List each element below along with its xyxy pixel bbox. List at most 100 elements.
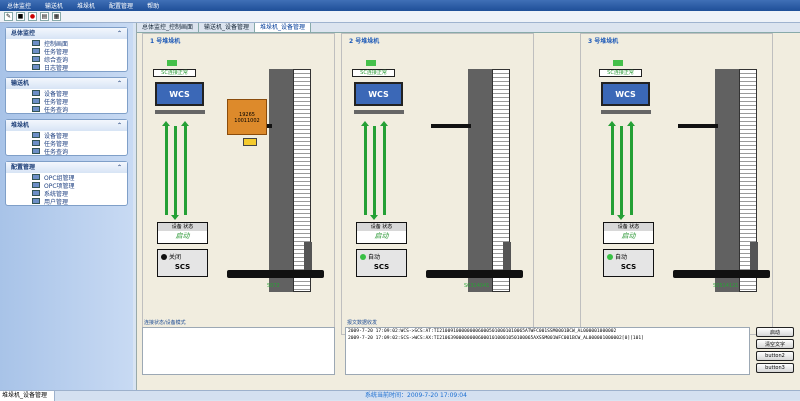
menu-item-2[interactable]: 输送机: [38, 1, 70, 10]
opc-group-icon: [32, 174, 40, 180]
status-bar: 堆垛机_设备管理 系统当前时间：2009-7-20 17:09:04: [0, 390, 800, 401]
query-icon: [32, 106, 40, 112]
status-panel: 设备 状态 启动: [157, 222, 208, 244]
stacker-title: 2 号堆垛机: [349, 38, 380, 45]
button-2[interactable]: button2: [756, 351, 794, 361]
indicator: [366, 60, 376, 66]
device-icon: [32, 132, 40, 138]
toolbar: ✎ ■ ● ▤ ▦: [0, 11, 800, 23]
indicator: [167, 60, 177, 66]
arrow-up-icon: [162, 121, 170, 215]
indicator: [613, 60, 623, 66]
arrow-down-icon: [171, 126, 179, 220]
carriage-arm: [431, 124, 471, 128]
cargo-box: 19265 10011002: [227, 99, 267, 135]
close-icon[interactable]: ●: [28, 12, 37, 21]
log-line: 2009-7-20 17:09:02:WCS->SCS:AT:TI2100910…: [348, 329, 617, 334]
station-code: S0314041: [464, 283, 490, 289]
pencil-icon[interactable]: ✎: [4, 12, 13, 21]
message-log: 2009-7-20 17:09:02:WCS->SCS:AT:TI2100910…: [345, 327, 750, 375]
start-button[interactable]: 启动: [756, 327, 794, 337]
collapse-icon[interactable]: ⌃: [117, 28, 122, 39]
carriage-arm: [678, 124, 718, 128]
right-box-title: 报文数据收发: [347, 320, 378, 326]
sidebar-group-title[interactable]: 输送机 ⌃: [6, 78, 127, 89]
query-icon: [32, 56, 40, 62]
sidebar-item[interactable]: 用户管理: [6, 197, 127, 206]
menu-item-3[interactable]: 堆垛机: [70, 1, 102, 10]
arrow-up-icon: [361, 121, 369, 215]
status-box: SC连接正常: [352, 69, 395, 77]
station-code: S0514121: [713, 283, 739, 289]
sidebar-group-conveyor: 输送机 ⌃ 设备管理 任务管理 任务查询: [5, 77, 128, 114]
status-time: 系统当前时间：2009-7-20 17:09:04: [365, 392, 467, 399]
main-panel: 总体监控_控制画面 输送机_设备管理 堆垛机_设备管理 1 号堆垛机 SC连接正…: [136, 23, 800, 390]
clear-text-button[interactable]: 清空文字: [756, 339, 794, 349]
task-icon: [32, 48, 40, 54]
stacker-title: 1 号堆垛机: [150, 38, 181, 45]
sidebar-item[interactable]: 任务查询: [6, 105, 127, 114]
wcs-monitor: WCS: [155, 82, 204, 106]
task-icon: [32, 98, 40, 104]
tab-bar: 总体监控_控制画面 输送机_设备管理 堆垛机_设备管理: [137, 23, 800, 33]
tab-2[interactable]: 输送机_设备管理: [199, 23, 256, 32]
query-icon: [32, 148, 40, 154]
rail: [673, 270, 770, 278]
wcs-monitor: WCS: [354, 82, 403, 106]
arrow-up-icon: [627, 121, 635, 215]
monitor-base: [354, 110, 404, 114]
collapse-icon[interactable]: ⌃: [117, 78, 122, 89]
side-block: [304, 242, 312, 271]
stacker-title: 3 号堆垛机: [588, 38, 619, 45]
sidebar-item[interactable]: 日志管理: [6, 63, 127, 72]
table-icon[interactable]: ▦: [52, 12, 61, 21]
sidebar-group-config: 配置管理 ⌃ OPC组管理 OPC项管理 系统管理 用户管理: [5, 161, 128, 206]
rail: [227, 270, 324, 278]
scs-panel: 自动 SCS: [356, 249, 407, 277]
save-icon[interactable]: ■: [16, 12, 25, 21]
log-line: 2009-7-20 17:09:02:SCS->WCS:AX:TI2106390…: [348, 336, 644, 341]
stacker-2: 2 号堆垛机 SC连接正常 WCS 设备 状态 启动 自动 SCS S03140…: [341, 33, 534, 335]
sidebar-group-title[interactable]: 堆垛机 ⌃: [6, 120, 127, 131]
tab-1[interactable]: 总体监控_控制画面: [137, 23, 200, 32]
log-icon: [32, 64, 40, 70]
tab-3[interactable]: 堆垛机_设备管理: [255, 23, 312, 32]
stacker-1: 1 号堆垛机 SC连接正常 WCS 设备 状态 启动 关闭 SCS 19265 …: [142, 33, 335, 335]
sidebar-group-title[interactable]: 总体监控 ⌃: [6, 28, 127, 39]
system-icon: [32, 190, 40, 196]
scs-panel: 自动 SCS: [603, 249, 654, 277]
collapse-icon[interactable]: ⌃: [117, 120, 122, 131]
opc-item-icon: [32, 182, 40, 188]
mode-dot: [161, 253, 167, 260]
sidebar-item[interactable]: 任务查询: [6, 147, 127, 156]
arrow-down-icon: [617, 126, 625, 220]
menu-item-1[interactable]: 总体监控: [0, 1, 38, 10]
mode-dot: [607, 253, 613, 260]
menu-item-4[interactable]: 配置管理: [102, 1, 140, 10]
status-box: SC连接正常: [599, 69, 642, 77]
pallet-icon: [243, 138, 257, 146]
sidebar-group-title[interactable]: 配置管理 ⌃: [6, 162, 127, 173]
monitor-base: [155, 110, 205, 114]
status-box: SC连接正常: [153, 69, 196, 77]
button-3[interactable]: button3: [756, 363, 794, 373]
side-block: [750, 242, 758, 271]
menu-bar: 总体监控 输送机 堆垛机 配置管理 帮助: [0, 0, 800, 11]
side-block: [503, 242, 511, 271]
wcs-monitor: WCS: [601, 82, 650, 106]
menu-item-5[interactable]: 帮助: [140, 1, 166, 10]
monitor-base: [601, 110, 651, 114]
sidebar-group-monitor: 总体监控 ⌃ 控制画面 任务管理 综合查询 日志管理: [5, 27, 128, 72]
task-icon: [32, 140, 40, 146]
connection-status-box: [142, 327, 335, 375]
arrow-up-icon: [608, 121, 616, 215]
scs-panel: 关闭 SCS: [157, 249, 208, 277]
print-icon[interactable]: ▤: [40, 12, 49, 21]
left-box-title: 连接状态/设备模式: [144, 320, 186, 326]
sidebar-group-stacker: 堆垛机 ⌃ 设备管理 任务管理 任务查询: [5, 119, 128, 156]
mode-dot: [360, 253, 366, 260]
collapse-icon[interactable]: ⌃: [117, 162, 122, 173]
stacker-3: 3 号堆垛机 SC连接正常 WCS 设备 状态 启动 自动 SCS S05141…: [580, 33, 773, 335]
status-panel: 设备 状态 启动: [603, 222, 654, 244]
screen-icon: [32, 40, 40, 46]
